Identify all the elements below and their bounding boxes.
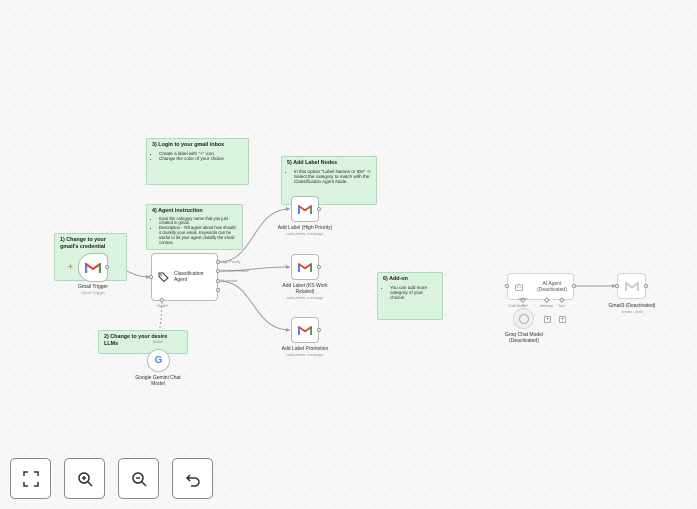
tags-icon: [158, 272, 169, 282]
add-label-ks-work-node[interactable]: [291, 254, 319, 280]
output-port[interactable]: [317, 207, 321, 211]
groq-model-label: Groq Chat Model (Deactivated): [498, 332, 550, 344]
add-label-high-priority-node[interactable]: [291, 196, 319, 222]
gmail-icon: [298, 204, 312, 214]
note-title: 1) Change to your gmail's credential: [60, 237, 106, 250]
node-title: Add Label (KS Work Related): [282, 283, 328, 295]
node-subtitle: addLabels: message: [286, 352, 324, 357]
gmail3-node[interactable]: [617, 273, 646, 299]
google-icon: G: [154, 354, 163, 366]
workflow-canvas[interactable]: 3) Login to your gmail inbox Create a la…: [0, 0, 697, 509]
input-port[interactable]: [615, 284, 619, 288]
output-port[interactable]: [105, 265, 109, 269]
gemini-model-label: Google Gemini Chat Model: [130, 375, 186, 387]
model-connector-label: Model: [153, 340, 163, 344]
note-title: 5) Add Label Nodes: [287, 160, 338, 166]
output-port[interactable]: [317, 328, 321, 332]
gmail-icon: [298, 262, 312, 272]
sticky-note-addon[interactable]: 6) Add-on You can add more category of y…: [377, 272, 443, 320]
output-port-high-priority[interactable]: [216, 260, 220, 264]
sticky-note-login[interactable]: 3) Login to your gmail inbox Create a la…: [146, 138, 249, 185]
port-label: KS Work Related: [221, 269, 249, 273]
groq-model-node[interactable]: [513, 308, 534, 329]
sticky-note-llm[interactable]: 2) Change to your desire LLMs: [98, 330, 188, 354]
note-item: You can add more category of your choice…: [390, 285, 437, 301]
ai-agent-node[interactable]: AI Agent (Deactivated): [507, 273, 574, 300]
undo-icon: [185, 473, 200, 487]
note-item: Change the color of your choice: [159, 156, 243, 161]
undo-button[interactable]: [172, 458, 213, 499]
fit-view-button[interactable]: [10, 458, 51, 499]
node-subtitle: create: draft: [621, 309, 643, 314]
output-port-extra[interactable]: [216, 288, 220, 292]
node-subtitle: Gmail Trigger: [80, 290, 105, 295]
node-subtitle: addLabels: message: [286, 231, 324, 236]
output-port[interactable]: [317, 265, 321, 269]
gmail-icon: [85, 262, 101, 273]
note-item: In this option "Label Names or IDs" -> S…: [294, 169, 371, 185]
node-subtitle: addLabels: message: [286, 295, 324, 300]
note-title: 4) Agent instruction: [152, 208, 203, 214]
node-title: Groq Chat Model (Deactivated): [504, 332, 544, 344]
node-title: Classification Agent: [174, 271, 204, 283]
note-title: 6) Add-on: [383, 276, 408, 282]
gmail-trigger-label: Gmail Trigger Gmail Trigger: [63, 284, 123, 295]
zoom-out-button[interactable]: [118, 458, 159, 499]
input-port[interactable]: [149, 275, 153, 279]
gmail-icon: [298, 325, 312, 335]
port-label: Promotion: [221, 279, 238, 283]
classification-agent-node[interactable]: Classification Agent: [151, 253, 218, 301]
output-port-promotion[interactable]: [216, 279, 220, 283]
port-label: Tool: [558, 304, 565, 308]
add-tool-button[interactable]: +: [559, 316, 566, 323]
gmail-icon: [624, 281, 639, 291]
model-port-label: Model*: [157, 304, 169, 308]
note-title: 2) Change to your desire LLMs: [104, 334, 168, 347]
zoom-out-icon: [131, 471, 147, 487]
gmail-trigger-node[interactable]: [78, 253, 108, 282]
note-item: Description - Tell agent about how shoul…: [159, 225, 237, 246]
note-title: 3) Login to your gmail inbox: [152, 142, 225, 148]
gmail3-label: Gmail3 (Deactivated) create: draft: [605, 303, 659, 314]
port-label: High Priority: [221, 260, 241, 264]
zoom-in-icon: [77, 471, 93, 487]
node-title: Google Gemini Chat Model: [135, 375, 181, 387]
input-port[interactable]: [505, 284, 509, 288]
add-label-ks-work-label: Add Label (KS Work Related) addLabels: m…: [278, 283, 332, 300]
output-port[interactable]: [572, 284, 576, 288]
sticky-note-agent-instruction[interactable]: 4) Agent instruction Input the category …: [146, 204, 243, 250]
trigger-plus-icon[interactable]: +: [68, 263, 73, 271]
add-label-promotion-label: Add Label Promotion addLabels: message: [270, 346, 340, 357]
port-label: Memory: [540, 304, 553, 308]
zoom-in-button[interactable]: [64, 458, 105, 499]
gemini-model-node[interactable]: G: [147, 349, 170, 372]
model-connector-label: Model: [518, 297, 528, 301]
expand-icon: [22, 470, 39, 487]
add-label-high-priority-label: Add Label (High Priority) addLabels: mes…: [270, 225, 340, 236]
output-port-ks-work[interactable]: [216, 269, 220, 273]
output-port[interactable]: [644, 284, 648, 288]
add-label-promotion-node[interactable]: [291, 317, 319, 343]
robot-icon: [515, 283, 523, 291]
add-memory-button[interactable]: +: [544, 316, 551, 323]
node-title: AI Agent (Deactivated): [537, 280, 567, 293]
groq-icon: [518, 313, 529, 324]
